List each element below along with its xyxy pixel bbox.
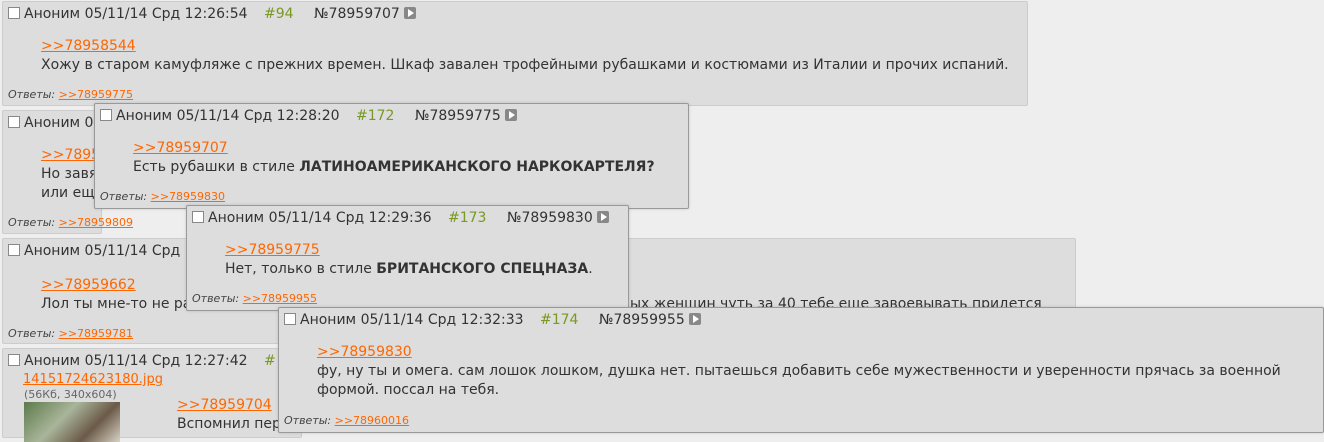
post-text: Нет, только в стиле БРИТАНСКОГО СПЕЦНАЗА… (225, 260, 593, 279)
post-datetime: 05/11/14 Срд 12:29:36 (268, 210, 432, 226)
post-select-checkbox[interactable] (8, 116, 20, 128)
post-text-bold: БРИТАНСКОГО СПЕЦНАЗА (376, 261, 589, 277)
reply-link[interactable]: >>78959662 (41, 277, 136, 293)
answers-label: Ответы: (8, 216, 56, 229)
answers-line: Ответы: >>78959775 (8, 88, 133, 101)
answer-link[interactable]: >>78959775 (59, 88, 133, 101)
post-text: Хожу в старом камуфляже с прежних времен… (41, 57, 1009, 73)
answer-link[interactable]: >>78959809 (59, 216, 133, 229)
post-select-checkbox[interactable] (100, 109, 112, 121)
post-id[interactable]: №78959775 (415, 108, 501, 124)
post-select-checkbox[interactable] (8, 244, 20, 256)
answers-line: Ответы: >>78959830 (100, 190, 225, 203)
post-header: Аноним 05/11/14 Срд 12:32:33 #174 №78959… (284, 311, 701, 329)
play-icon[interactable] (688, 313, 701, 325)
image-thumbnail[interactable] (24, 402, 120, 442)
post-number[interactable]: #173 (448, 210, 486, 226)
reply-link[interactable]: >>7895 (41, 147, 100, 163)
post-id[interactable]: №78959830 (507, 210, 593, 226)
post-id[interactable]: №78959955 (599, 312, 685, 328)
post-select-checkbox[interactable] (284, 313, 296, 325)
post-select-checkbox[interactable] (192, 211, 204, 223)
post-number[interactable]: #174 (540, 312, 578, 328)
play-icon[interactable] (596, 211, 609, 223)
answers-label: Ответы: (284, 414, 332, 427)
post-author: Аноним (116, 108, 173, 124)
post-datetime: 05/11/14 Срд 12:27:42 (84, 353, 248, 369)
answers-label: Ответы: (100, 190, 148, 203)
post-text-line-1: Но завя (41, 166, 98, 182)
post-text-plain: Нет, только в стиле (225, 261, 377, 277)
post-author: Аноним (24, 6, 81, 22)
post-datetime: 05/11/14 Срд 12:28:20 (176, 108, 340, 124)
popup-post-78959830: Аноним 05/11/14 Срд 12:29:36 #173 №78959… (186, 205, 629, 311)
post-78959707: Аноним 05/11/14 Срд 12:26:54 #94 №789597… (2, 1, 1028, 106)
answers-line: Ответы: >>78959781 (8, 327, 133, 340)
reply-link[interactable]: >>78958544 (41, 38, 136, 54)
post-select-checkbox[interactable] (8, 354, 20, 366)
post-text-line-2: формой. поссал на тебя. (317, 382, 500, 398)
post-author: Аноним (300, 312, 357, 328)
post-select-checkbox[interactable] (8, 7, 20, 19)
post-number[interactable]: #94 (264, 6, 294, 22)
post-author: Аноним (208, 210, 265, 226)
answers-label: Ответы: (8, 88, 56, 101)
answers-line: Ответы: >>78959809 (8, 216, 133, 229)
post-author: Аноним (24, 353, 81, 369)
popup-post-78959775: Аноним 05/11/14 Срд 12:28:20 #172 №78959… (94, 103, 689, 209)
answers-label: Ответы: (192, 292, 240, 305)
post-text-plain: Есть рубашки в стиле (133, 159, 300, 175)
reply-link[interactable]: >>78959704 (177, 397, 272, 413)
answer-link[interactable]: >>78959830 (151, 190, 225, 203)
post-number[interactable]: #172 (356, 108, 394, 124)
post-datetime: 05/11/14 Срд 12:26:54 (84, 6, 248, 22)
post-header: Аноним 0 (8, 114, 93, 132)
answers-line: Ответы: >>78959955 (192, 292, 317, 305)
popup-post-78959955: Аноним 05/11/14 Срд 12:32:33 #174 №78959… (278, 307, 1324, 433)
post-text-end: . (588, 261, 593, 277)
answers-line: Ответы: >>78960016 (284, 414, 409, 427)
file-info: (56Кб, 340x604) (24, 388, 117, 401)
post-number[interactable]: # (264, 353, 276, 369)
reply-link[interactable]: >>78959830 (317, 344, 412, 360)
post-text: Вспомнил пер (177, 416, 281, 432)
play-icon[interactable] (504, 109, 517, 121)
answers-label: Ответы: (8, 327, 56, 340)
post-datetime: 05/11/14 Срд 12:32:33 (360, 312, 524, 328)
post-author: Аноним 0 (24, 115, 94, 131)
answer-link[interactable]: >>78959781 (59, 327, 133, 340)
post-header: Аноним 05/11/14 Срд 12:27:42 # (8, 352, 276, 370)
answer-link[interactable]: >>78959955 (243, 292, 317, 305)
post-text: Лол ты мне-то не ра (41, 296, 192, 312)
reply-link[interactable]: >>78959775 (225, 242, 320, 258)
play-icon[interactable] (403, 7, 416, 19)
post-text-bold: ЛАТИНОАМЕРИКАНСКОГО НАРКОКАРТЕЛЯ? (299, 159, 655, 175)
post-text: Есть рубашки в стиле ЛАТИНОАМЕРИКАНСКОГО… (133, 158, 655, 177)
post-hidden-1: Аноним 0 >>7895 Но завя или ещ Ответы: >… (2, 110, 133, 234)
post-header: Аноним 05/11/14 Срд 12:28:20 #172 №78959… (100, 107, 517, 125)
post-text-line-1: фу, ну ты и омега. сам лошок лошком, душ… (317, 363, 1281, 379)
reply-link[interactable]: >>78959707 (133, 140, 228, 156)
post-id[interactable]: №78959707 (314, 6, 400, 22)
post-header: Аноним 05/11/14 Срд 12:29:36 #173 №78959… (192, 209, 609, 227)
post-header: Аноним 05/11/14 Срд 12:26:54 #94 №789597… (8, 5, 416, 23)
file-link[interactable]: 14151724623180.jpg (23, 372, 163, 387)
post-text-line-2: или ещ (41, 185, 95, 201)
post-with-image: Аноним 05/11/14 Срд 12:27:42 # 141517246… (2, 348, 302, 442)
answer-link[interactable]: >>78960016 (335, 414, 409, 427)
